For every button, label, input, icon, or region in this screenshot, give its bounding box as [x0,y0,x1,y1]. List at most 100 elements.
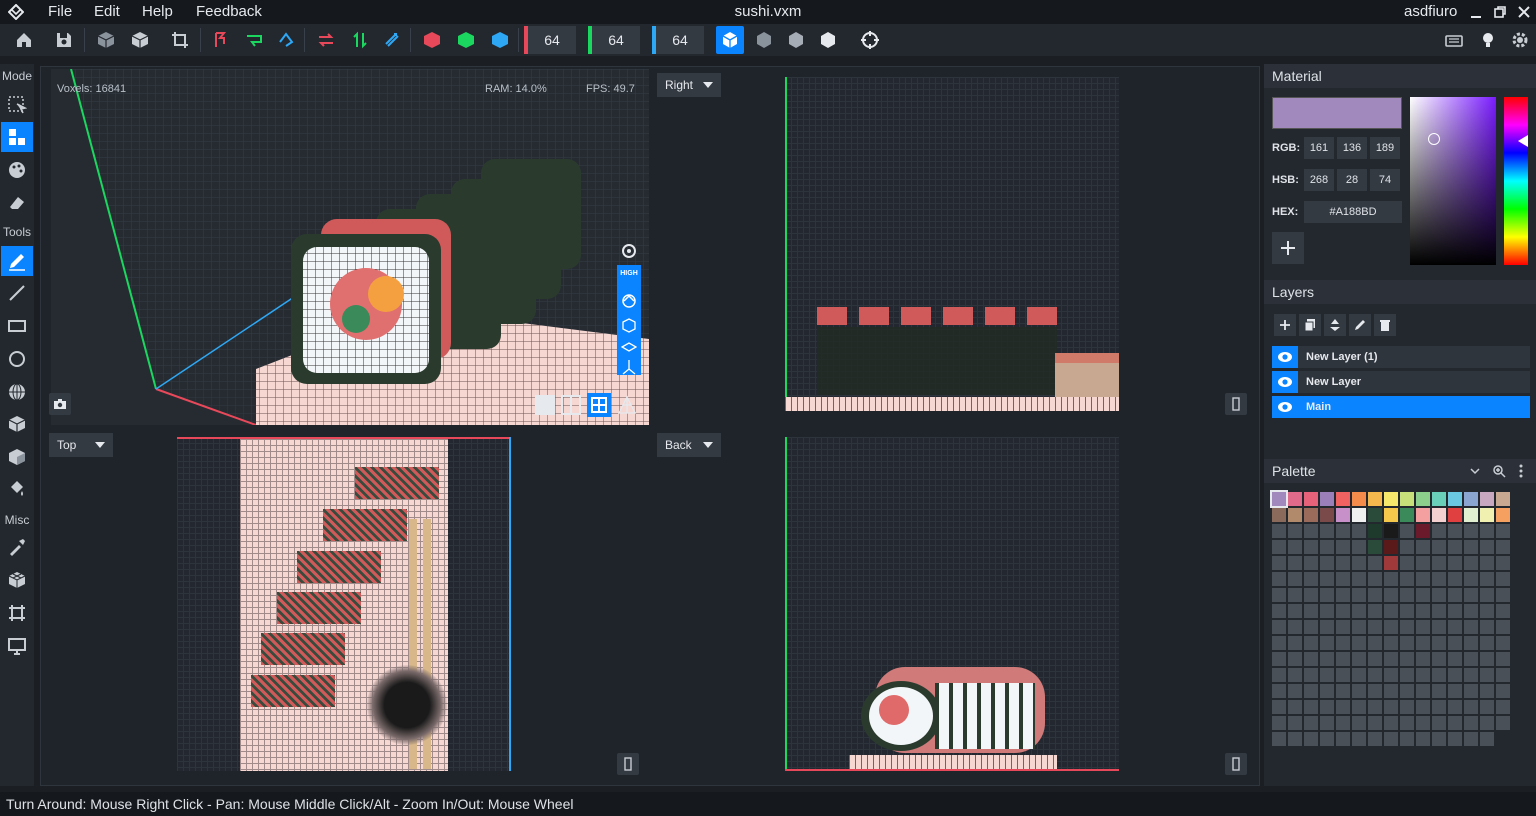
palette-swatch[interactable] [1416,604,1430,618]
palette-swatch[interactable] [1288,540,1302,554]
palette-swatch[interactable] [1368,604,1382,618]
palette-swatch[interactable] [1480,732,1494,746]
palette-swatch[interactable] [1496,668,1510,682]
palette-swatch[interactable] [1432,604,1446,618]
palette-swatch[interactable] [1320,716,1334,730]
palette-swatch[interactable] [1416,716,1430,730]
render-mode-1-button[interactable] [716,26,744,54]
back-view-toggle[interactable] [1225,753,1247,775]
palette-swatch[interactable] [1480,620,1494,634]
size-y-field[interactable]: 64 [588,26,640,54]
right-view-canvas[interactable] [785,77,1119,411]
palette-swatch[interactable] [1272,556,1286,570]
palette-swatch[interactable] [1432,492,1446,506]
palette-swatch[interactable] [1352,652,1366,666]
palette-swatch[interactable] [1336,588,1350,602]
layout-split-button[interactable] [561,395,581,415]
palette-swatch[interactable] [1480,556,1494,570]
chevron-down-icon[interactable] [1470,466,1480,476]
view-selector-top[interactable]: Top [49,433,113,457]
more-options-icon[interactable] [1518,464,1524,478]
perspective-grid-icon[interactable] [617,395,637,415]
transform-button[interactable] [1,598,33,628]
palette-swatch[interactable] [1464,732,1478,746]
saturation-brightness-picker[interactable] [1410,97,1496,265]
palette-swatch[interactable] [1368,684,1382,698]
palette-swatch[interactable] [1320,700,1334,714]
palette-swatch[interactable] [1400,604,1414,618]
palette-swatch[interactable] [1352,588,1366,602]
palette-swatch[interactable] [1480,524,1494,538]
palette-swatch[interactable] [1416,556,1430,570]
palette-swatch[interactable] [1384,732,1398,746]
palette-swatch[interactable] [1400,636,1414,650]
palette-swatch[interactable] [1304,716,1318,730]
palette-swatch[interactable] [1400,652,1414,666]
palette-swatch[interactable] [1352,572,1366,586]
screen-button[interactable] [1,631,33,661]
palette-swatch[interactable] [1304,700,1318,714]
palette-swatch[interactable] [1336,508,1350,522]
center-view-button[interactable] [856,26,884,54]
menu-help[interactable]: Help [142,3,173,20]
palette-swatch[interactable] [1400,572,1414,586]
rgb-b-field[interactable]: 189 [1370,137,1400,159]
settings-button[interactable] [1506,26,1534,54]
palette-swatch[interactable] [1480,700,1494,714]
menu-feedback[interactable]: Feedback [196,3,262,20]
palette-swatch[interactable] [1464,492,1478,506]
rename-layer-button[interactable] [1349,314,1371,336]
palette-swatch[interactable] [1288,588,1302,602]
palette-swatch[interactable] [1400,556,1414,570]
user-name[interactable]: asdfiuro [1404,3,1457,20]
palette-swatch[interactable] [1448,540,1462,554]
palette-swatch[interactable] [1320,684,1334,698]
palette-swatch[interactable] [1368,492,1382,506]
palette-swatch[interactable] [1464,684,1478,698]
palette-swatch[interactable] [1496,556,1510,570]
palette-swatch[interactable] [1272,588,1286,602]
palette-swatch[interactable] [1320,620,1334,634]
palette-swatch[interactable] [1416,540,1430,554]
add-layer-button[interactable] [1274,314,1296,336]
palette-swatch[interactable] [1496,700,1510,714]
view-selector-right[interactable]: Right [657,73,721,97]
palette-swatch[interactable] [1304,732,1318,746]
render-mode-3-button[interactable] [782,26,810,54]
palette-swatch[interactable] [1288,556,1302,570]
palette-swatch[interactable] [1464,716,1478,730]
palette-swatch[interactable] [1384,524,1398,538]
palette-swatch[interactable] [1448,668,1462,682]
palette-swatch[interactable] [1496,508,1510,522]
palette-swatch[interactable] [1384,636,1398,650]
palette-swatch[interactable] [1496,684,1510,698]
palette-swatch[interactable] [1352,668,1366,682]
palette-swatch[interactable] [1448,620,1462,634]
palette-swatch[interactable] [1448,492,1462,506]
palette-swatch[interactable] [1320,556,1334,570]
palette-swatch[interactable] [1336,652,1350,666]
palette-swatch[interactable] [1272,508,1286,522]
palette-swatch[interactable] [1496,588,1510,602]
palette-swatch[interactable] [1352,540,1366,554]
palette-swatch[interactable] [1336,716,1350,730]
palette-swatch[interactable] [1304,508,1318,522]
palette-swatch[interactable] [1336,700,1350,714]
palette-swatch[interactable] [1288,684,1302,698]
palette-swatch[interactable] [1448,588,1462,602]
palette-swatch[interactable] [1448,572,1462,586]
palette-swatch[interactable] [1480,668,1494,682]
palette-swatch[interactable] [1400,508,1414,522]
palette-swatch[interactable] [1336,732,1350,746]
palette-swatch[interactable] [1320,540,1334,554]
top-view-canvas[interactable] [177,437,511,771]
palette-swatch[interactable] [1304,556,1318,570]
select-mode-button[interactable] [1,90,33,120]
palette-swatch[interactable] [1272,620,1286,634]
hsb-b-field[interactable]: 74 [1370,169,1400,191]
palette-swatch[interactable] [1352,620,1366,634]
close-icon[interactable] [1516,4,1532,20]
palette-swatch[interactable] [1400,540,1414,554]
home-button[interactable] [10,26,38,54]
layer-row[interactable]: Main [1272,396,1530,418]
